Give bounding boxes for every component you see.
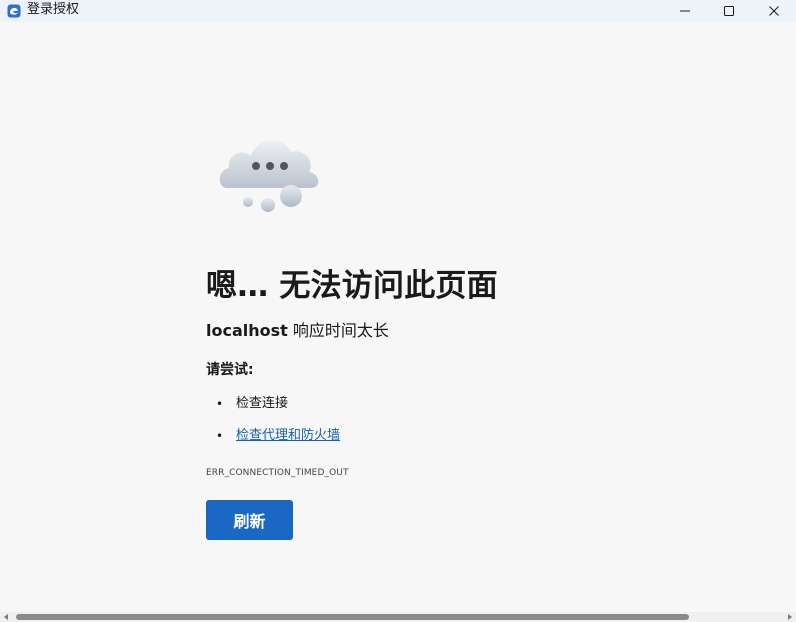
- close-icon: [769, 6, 779, 16]
- check-proxy-firewall-link[interactable]: 检查代理和防火墙: [236, 426, 340, 446]
- maximize-button[interactable]: [707, 0, 751, 22]
- error-title: 嗯… 无法访问此页面: [206, 268, 498, 304]
- edge-webview-icon: [7, 4, 21, 18]
- error-page: [0, 22, 796, 612]
- scroll-right-icon[interactable]: [786, 613, 794, 621]
- try-heading: 请尝试:: [206, 362, 254, 378]
- title-bar: 登录授权: [0, 0, 796, 22]
- cloud-thinking-icon: [219, 140, 319, 212]
- error-code: ERR_CONNECTION_TIMED_OUT: [206, 468, 349, 478]
- scroll-left-icon[interactable]: [2, 613, 10, 621]
- window-title: 登录授权: [27, 2, 80, 17]
- suggestion-text: 检查连接: [236, 396, 289, 411]
- refresh-button[interactable]: 刷新: [206, 500, 293, 540]
- suggestion-check-connection: • 检查连接: [216, 394, 288, 414]
- error-host: localhost: [206, 321, 288, 340]
- close-button[interactable]: [752, 0, 796, 22]
- minimize-icon: [680, 10, 690, 12]
- scrollbar-thumb[interactable]: [16, 614, 689, 620]
- error-subtitle: localhost 响应时间太长: [206, 320, 389, 342]
- horizontal-scrollbar[interactable]: [0, 612, 796, 622]
- bullet-icon: •: [216, 397, 224, 411]
- suggestion-check-proxy-firewall: • 检查代理和防火墙: [216, 426, 340, 446]
- maximize-icon: [724, 6, 734, 16]
- minimize-button[interactable]: [663, 0, 707, 22]
- bullet-icon: •: [216, 429, 224, 443]
- error-subtitle-text: 响应时间太长: [287, 321, 389, 340]
